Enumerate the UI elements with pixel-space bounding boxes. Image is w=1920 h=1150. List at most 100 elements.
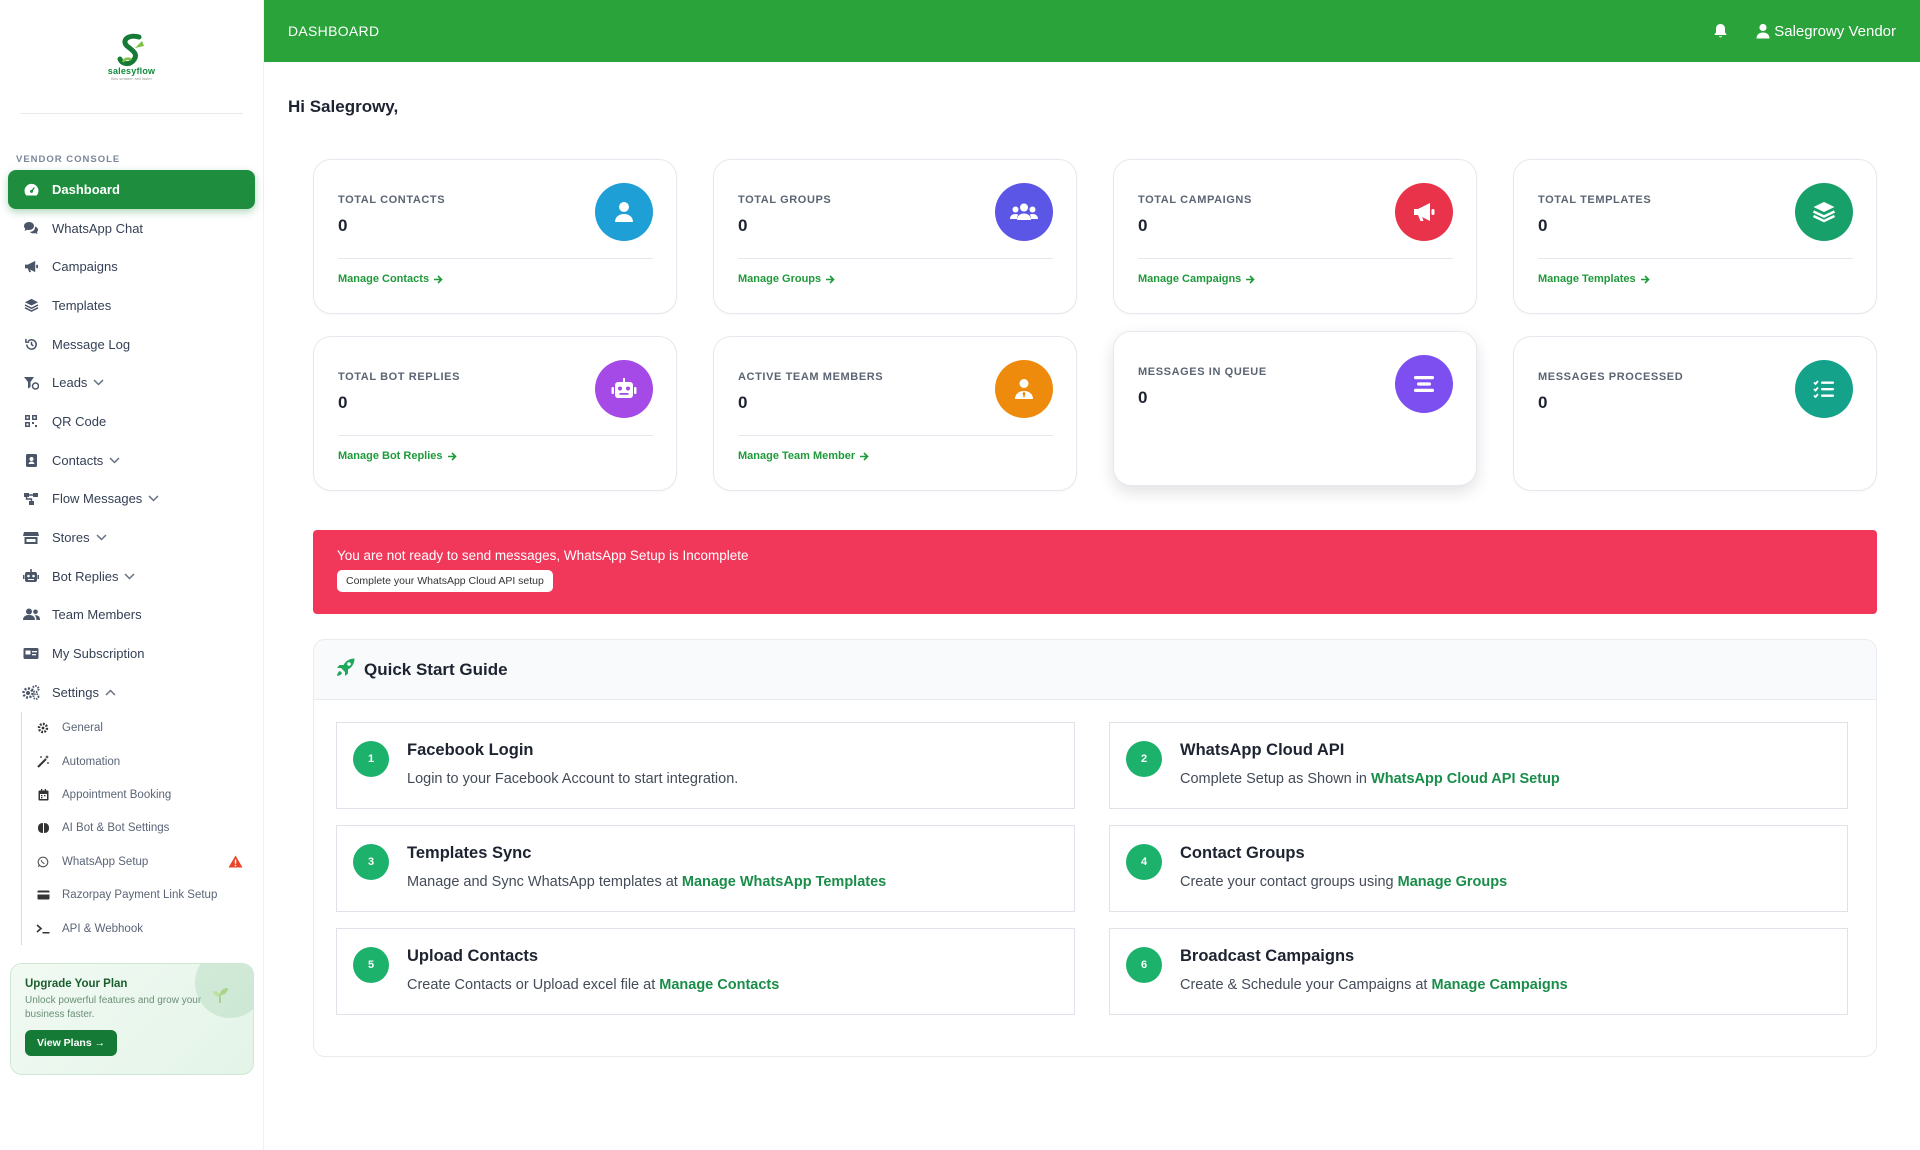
sidebar-item-campaigns[interactable]: Campaigns <box>8 247 255 286</box>
sidebar-item-label: My Subscription <box>52 646 145 662</box>
settings-item-label: Automation <box>62 755 121 768</box>
manage-contacts-link[interactable]: Manage Contacts <box>338 273 443 285</box>
arrow-right-icon <box>1640 274 1650 284</box>
sidebar-item-label: Campaigns <box>52 259 118 275</box>
card-divider <box>1538 258 1853 259</box>
sidebar-item-whatsapp-chat[interactable]: WhatsApp Chat <box>8 209 255 248</box>
manage-groups-link[interactable]: Manage Groups <box>738 273 835 285</box>
settings-item-whatsapp-setup[interactable]: WhatsApp Setup <box>22 845 263 878</box>
sidebar-item-message-log[interactable]: Message Log <box>8 325 255 364</box>
card-value: 0 <box>738 393 748 412</box>
whatsapp-cloud-api-setup-link[interactable]: WhatsApp Cloud API Setup <box>1371 771 1560 787</box>
settings-item-general[interactable]: General <box>22 712 263 745</box>
logo-mark-icon <box>117 33 144 67</box>
sidebar-item-label: Bot Replies <box>52 568 119 584</box>
step-title: Facebook Login <box>407 741 534 759</box>
settings-item-automation[interactable]: Automation <box>22 745 263 778</box>
sidebar-item-leads[interactable]: Leads <box>8 363 255 402</box>
manage-team-member-link[interactable]: Manage Team Member <box>738 450 869 462</box>
funnel-icon <box>22 374 40 392</box>
sidebar-item-templates[interactable]: Templates <box>8 286 255 325</box>
manage-contacts-guide-link[interactable]: Manage Contacts <box>659 977 779 993</box>
sidebar-item-contacts[interactable]: Contacts <box>8 441 255 480</box>
bell-icon[interactable] <box>1713 23 1728 39</box>
users-icon <box>995 183 1053 241</box>
greeting: Hi Salegrowy, <box>288 97 399 116</box>
sidebar-item-dashboard[interactable]: Dashboard <box>8 170 255 209</box>
settings-item-label: General <box>62 722 103 735</box>
terminal-icon <box>36 922 50 936</box>
store-icon <box>22 529 40 547</box>
megaphone-icon <box>1395 183 1453 241</box>
step-title: Contact Groups <box>1180 844 1305 862</box>
magic-wand-icon <box>36 755 50 769</box>
whatsapp-icon <box>36 855 50 869</box>
card-value: 0 <box>1538 216 1548 235</box>
card-label: TOTAL BOT REPLIES <box>338 371 461 383</box>
rocket-icon <box>336 657 356 682</box>
settings-item-appointment-booking[interactable]: Appointment Booking <box>22 778 263 811</box>
arrow-right-icon <box>826 274 835 284</box>
card-divider <box>338 258 653 259</box>
guide-step-2: 2 WhatsApp Cloud API Complete Setup as S… <box>1109 722 1848 809</box>
arrow-right-icon <box>1246 274 1255 284</box>
sidebar-item-label: Leads <box>52 375 88 391</box>
step-number: 2 <box>1126 741 1162 777</box>
manage-bot-replies-link[interactable]: Manage Bot Replies <box>338 450 457 462</box>
step-description: Complete Setup as Shown in WhatsApp Clou… <box>1180 771 1560 787</box>
card-label: TOTAL CAMPAIGNS <box>1138 194 1252 206</box>
brand-tagline: flow smarter, sell faster <box>111 76 152 81</box>
sidebar-item-settings[interactable]: Settings <box>8 673 255 712</box>
guide-title: Quick Start Guide <box>364 659 508 679</box>
user-name: Salegrowy Vendor <box>1774 22 1896 40</box>
user-menu[interactable]: Salegrowy Vendor <box>1756 23 1896 40</box>
guide-header: Quick Start Guide <box>314 640 1876 700</box>
step-number: 4 <box>1126 844 1162 880</box>
settings-item-label: Razorpay Payment Link Setup <box>62 889 218 902</box>
step-description: Login to your Facebook Account to start … <box>407 771 739 787</box>
chevron-down-icon[interactable] <box>148 493 160 505</box>
chevron-up-icon[interactable] <box>105 686 117 698</box>
history-icon <box>22 335 40 353</box>
manage-templates-link[interactable]: Manage Templates <box>1538 273 1650 285</box>
gears-icon <box>22 683 40 701</box>
chevron-down-icon[interactable] <box>96 532 108 544</box>
settings-item-label: AI Bot & Bot Settings <box>62 822 170 835</box>
complete-setup-button[interactable]: Complete your WhatsApp Cloud API setup <box>337 570 553 592</box>
dashboard-icon <box>22 180 40 198</box>
manage-campaigns-guide-link[interactable]: Manage Campaigns <box>1431 977 1567 993</box>
manage-groups-guide-link[interactable]: Manage Groups <box>1398 874 1508 890</box>
sidebar-item-team-members[interactable]: Team Members <box>8 596 255 635</box>
card-total-bot-replies: TOTAL BOT REPLIES 0 Manage Bot Replies <box>313 336 677 491</box>
top-header: DASHBOARD Salegrowy Vendor <box>264 0 1920 62</box>
settings-item-api-webhook[interactable]: API & Webhook <box>22 912 263 945</box>
chevron-down-icon[interactable] <box>124 570 136 582</box>
manage-whatsapp-templates-link[interactable]: Manage WhatsApp Templates <box>682 874 886 890</box>
list-check-icon <box>1795 360 1853 418</box>
gear-icon <box>36 721 50 735</box>
brand-logo[interactable]: salesyflow flow smarter, sell faster <box>108 32 156 81</box>
sidebar-item-my-subscription[interactable]: My Subscription <box>8 634 255 673</box>
manage-campaigns-link[interactable]: Manage Campaigns <box>1138 273 1255 285</box>
layers-icon <box>1795 183 1853 241</box>
step-description: Create your contact groups using Manage … <box>1180 874 1508 890</box>
arrow-right-icon <box>434 274 443 284</box>
sidebar-item-label: Contacts <box>52 452 104 468</box>
sidebar-item-qr-code[interactable]: QR Code <box>8 402 255 441</box>
chevron-down-icon[interactable] <box>93 377 105 389</box>
sidebar-item-flow-messages[interactable]: Flow Messages <box>8 480 255 519</box>
settings-item-ai-bot-settings[interactable]: AI Bot & Bot Settings <box>22 812 263 845</box>
warning-icon <box>228 855 243 871</box>
brain-icon <box>36 821 50 835</box>
step-description: Manage and Sync WhatsApp templates at Ma… <box>407 874 887 890</box>
view-plans-button[interactable]: View Plans → <box>25 1030 118 1056</box>
chevron-down-icon[interactable] <box>109 454 121 466</box>
settings-item-razorpay[interactable]: Razorpay Payment Link Setup <box>22 879 263 912</box>
card-value: 0 <box>338 393 348 412</box>
sidebar-item-stores[interactable]: Stores <box>8 518 255 557</box>
step-number: 5 <box>353 947 389 983</box>
guide-step-6: 6 Broadcast Campaigns Create & Schedule … <box>1109 928 1848 1015</box>
sidebar-item-bot-replies[interactable]: Bot Replies <box>8 557 255 596</box>
sidebar-item-label: Team Members <box>52 607 142 623</box>
subscription-icon <box>22 645 40 663</box>
